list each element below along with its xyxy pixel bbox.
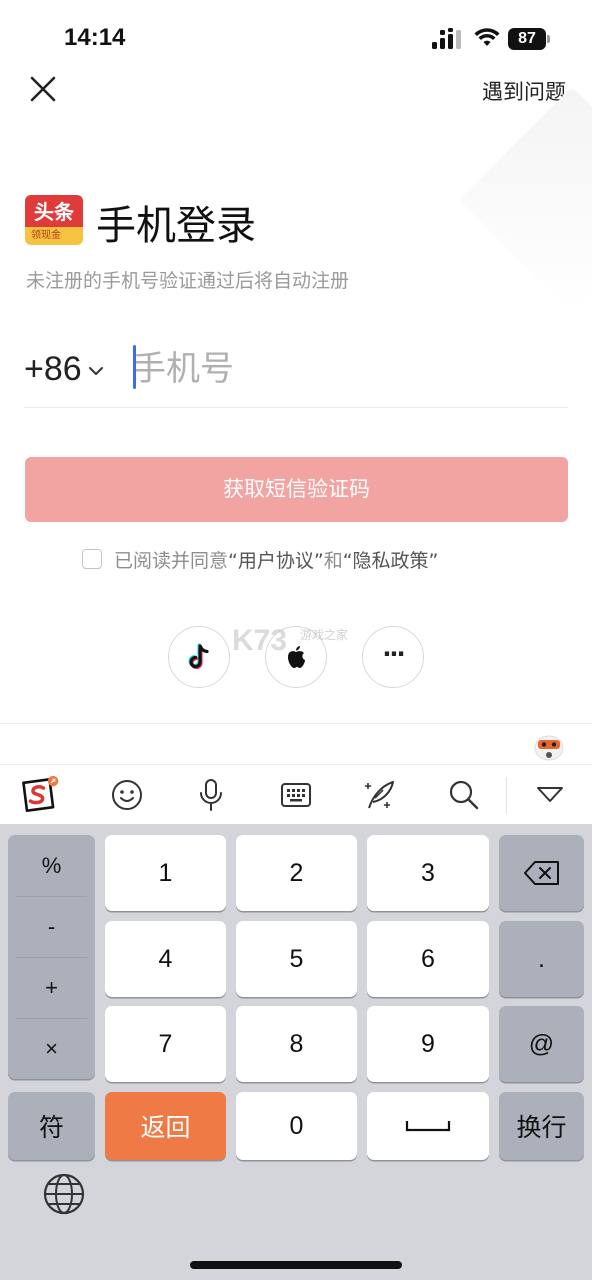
- key-7[interactable]: 7: [105, 1006, 226, 1082]
- apple-icon: [288, 646, 305, 668]
- backspace-key[interactable]: [499, 835, 584, 911]
- home-indicator: [190, 1261, 402, 1269]
- keyboard-toolbar: [0, 764, 592, 824]
- key-multiply[interactable]: ×: [8, 1018, 95, 1079]
- decorative-shape: [458, 86, 592, 314]
- agreement-prefix: 已阅读并同意: [114, 549, 229, 572]
- wifi-icon: [474, 28, 500, 46]
- page-title: 手机登录: [96, 203, 256, 249]
- enter-key[interactable]: 换行: [499, 1092, 584, 1160]
- privacy-policy-link[interactable]: “隐私政策”: [343, 546, 439, 573]
- key-5[interactable]: 5: [236, 921, 357, 997]
- apple-login-button[interactable]: [265, 626, 327, 688]
- more-icon: ···: [382, 640, 405, 668]
- divider: [0, 723, 592, 724]
- close-icon[interactable]: [26, 72, 60, 106]
- toolbar-separator: [506, 777, 507, 813]
- agreement-row: 已阅读并同意 “用户协议” 和 “隐私政策”: [82, 544, 438, 574]
- country-code-value: +86: [24, 349, 82, 388]
- user-agreement-link[interactable]: “用户协议”: [228, 546, 324, 573]
- logo-sub-text: 领现金: [25, 227, 83, 245]
- key-6[interactable]: 6: [367, 921, 489, 997]
- text-cursor: [133, 345, 136, 389]
- cellular-signal-icon: [432, 28, 461, 49]
- country-code-selector[interactable]: +86: [24, 347, 104, 391]
- ai-writing-icon[interactable]: [360, 775, 400, 815]
- key-2[interactable]: 2: [236, 835, 357, 911]
- key-at[interactable]: @: [499, 1006, 584, 1082]
- numeric-keyboard: % - + × 1 2 3 4 5 6 . 7 8 9 @ 符 返回 0 换行: [0, 824, 592, 1280]
- key-9[interactable]: 9: [367, 1006, 489, 1082]
- key-dot[interactable]: .: [499, 921, 584, 997]
- logo-main-text: 头条: [25, 195, 83, 229]
- status-time: 14:14: [64, 24, 126, 51]
- symbol-toggle-key[interactable]: 符: [8, 1092, 95, 1160]
- chevron-down-icon: [88, 367, 103, 375]
- phone-number-input[interactable]: [132, 343, 562, 395]
- globe-icon[interactable]: [42, 1172, 86, 1216]
- status-bar: 14:14 87: [0, 0, 592, 80]
- key-4[interactable]: 4: [105, 921, 226, 997]
- battery-tip: [547, 35, 550, 43]
- douyin-login-button[interactable]: [168, 626, 230, 688]
- input-underline: [24, 407, 568, 408]
- key-plus[interactable]: +: [8, 957, 95, 1018]
- back-key[interactable]: 返回: [105, 1092, 226, 1160]
- search-icon[interactable]: [444, 775, 484, 815]
- sogou-logo-icon[interactable]: [20, 775, 60, 815]
- space-icon: [405, 1121, 451, 1132]
- key-percent[interactable]: %: [8, 835, 95, 896]
- agreement-and: 和: [323, 549, 343, 572]
- help-link[interactable]: 遇到问题: [482, 76, 566, 106]
- key-3[interactable]: 3: [367, 835, 489, 911]
- keyboard-layout-icon[interactable]: [276, 775, 316, 815]
- battery-level: 87: [508, 28, 546, 50]
- key-minus[interactable]: -: [8, 896, 95, 957]
- space-key[interactable]: [367, 1092, 489, 1160]
- battery-indicator: 87: [508, 28, 550, 50]
- page-subtitle: 未注册的手机号验证通过后将自动注册: [26, 270, 350, 292]
- backspace-icon: [523, 861, 559, 885]
- douyin-icon: [188, 643, 209, 670]
- microphone-icon[interactable]: [191, 775, 231, 815]
- get-sms-code-button[interactable]: 获取短信验证码: [25, 457, 568, 522]
- key-1[interactable]: 1: [105, 835, 226, 911]
- more-login-options-button[interactable]: ···: [362, 626, 424, 688]
- toutiao-logo: 头条 领现金: [25, 195, 83, 245]
- symbol-column: % - + ×: [8, 835, 95, 1079]
- mascot-icon[interactable]: [532, 728, 566, 762]
- collapse-keyboard-icon[interactable]: [530, 775, 570, 815]
- key-0[interactable]: 0: [236, 1092, 357, 1160]
- emoji-icon[interactable]: [107, 775, 147, 815]
- agreement-checkbox[interactable]: [82, 549, 102, 569]
- key-8[interactable]: 8: [236, 1006, 357, 1082]
